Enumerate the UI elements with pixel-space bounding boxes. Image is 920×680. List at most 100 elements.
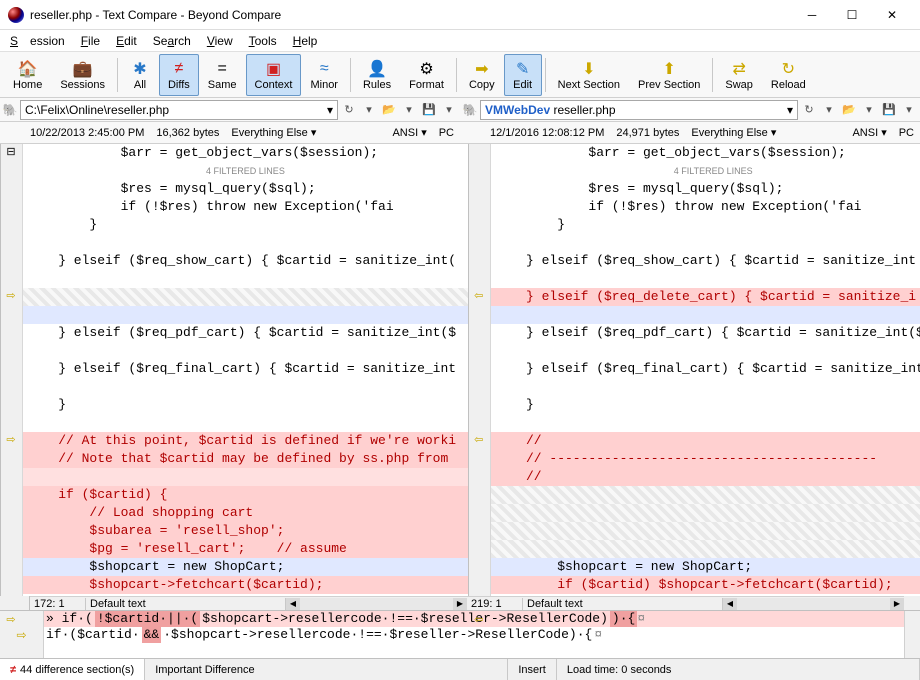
left-bytes: 16,362 bytes	[156, 127, 219, 139]
menu-help[interactable]: Help	[287, 32, 324, 50]
diffs-button[interactable]: ≠Diffs	[159, 54, 199, 96]
left-filter-dropdown[interactable]: Everything Else ▾	[231, 126, 316, 139]
notequal-icon: ≠	[175, 59, 184, 79]
briefcase-icon: 💼	[73, 59, 93, 79]
swap-button[interactable]: ⇄Swap	[716, 54, 762, 96]
edit-button[interactable]: ✎Edit	[504, 54, 542, 96]
left-path-input[interactable]: C:\Felix\Online\reseller.php▾	[20, 100, 338, 120]
left-encoding-dropdown[interactable]: ANSI ▾	[392, 126, 426, 139]
copy-button[interactable]: ➡Copy	[460, 54, 504, 96]
close-button[interactable]: ✕	[872, 1, 912, 29]
menu-tools[interactable]: Tools	[243, 32, 283, 50]
home-button[interactable]: 🏠Home	[4, 54, 51, 96]
rules-button[interactable]: 👤Rules	[354, 54, 400, 96]
all-button[interactable]: ✱All	[121, 54, 159, 96]
same-button[interactable]: =Same	[199, 54, 246, 96]
notequal-icon: ≠	[10, 664, 16, 676]
left-file-type: Default text	[86, 598, 286, 610]
left-code[interactable]: $arr = get_object_vars($session);4 FILTE…	[23, 144, 468, 596]
bottom-diff-panel: ⇨ » if·(!$cartid·||·($shopcart->reseller…	[0, 610, 920, 658]
prev-section-button[interactable]: ⬆Prev Section	[629, 54, 709, 96]
minor-button[interactable]: ≈Minor	[301, 54, 347, 96]
menu-search[interactable]: Search	[147, 32, 197, 50]
app-icon	[8, 7, 24, 23]
dropdown-icon[interactable]: ▾	[820, 101, 838, 119]
left-pane: ⊟ ⇨ ⇨ ⇨ $arr = get_object_vars($session)…	[1, 144, 469, 596]
dropdown-icon[interactable]: ▾	[900, 101, 918, 119]
reload-left-icon[interactable]: ↻	[340, 101, 358, 119]
home-icon: 🏠	[18, 59, 38, 79]
toolbar: 🏠Home 💼Sessions ✱All ≠Diffs =Same ▣Conte…	[0, 52, 920, 98]
reload-icon: ↻	[782, 59, 795, 79]
menu-file[interactable]: File	[75, 32, 106, 50]
context-icon: ▣	[266, 59, 281, 79]
right-pane: ⇦ ⇦ ⇦ $arr = get_object_vars($session);4…	[469, 144, 920, 596]
sessions-button[interactable]: 💼Sessions	[51, 54, 114, 96]
reload-right-icon[interactable]: ↻	[800, 101, 818, 119]
menu-session[interactable]: Session	[4, 32, 71, 50]
format-button[interactable]: ⚙Format	[400, 54, 453, 96]
dropdown-icon[interactable]: ▾	[400, 101, 418, 119]
status-importance: Important Difference	[145, 659, 508, 680]
right-path-input[interactable]: VMWebDev reseller.php▾	[480, 100, 798, 120]
minimize-button[interactable]: ─	[792, 1, 832, 29]
open-folder-icon[interactable]: 📂	[380, 101, 398, 119]
dropdown-icon[interactable]: ▾	[360, 101, 378, 119]
arrow-up-icon: ⬆	[663, 59, 676, 79]
pencil-icon: ✎	[516, 59, 529, 79]
left-info: 10/22/2013 2:45:00 PM 16,362 bytes Every…	[0, 122, 460, 143]
menubar: Session File Edit Search View Tools Help	[0, 30, 920, 52]
save-icon[interactable]: 💾	[880, 101, 898, 119]
titlebar: reseller.php - Text Compare - Beyond Com…	[0, 0, 920, 30]
dropdown-icon[interactable]: ▾	[860, 101, 878, 119]
open-folder-icon[interactable]: 📂	[840, 101, 858, 119]
info-row: 10/22/2013 2:45:00 PM 16,362 bytes Every…	[0, 122, 920, 144]
left-gutter: ⊟ ⇨ ⇨ ⇨	[1, 144, 23, 596]
statusbar: ≠44 difference section(s) Important Diff…	[0, 658, 920, 680]
scroll-left-button[interactable]: ◀	[286, 598, 300, 610]
window-title: reseller.php - Text Compare - Beyond Com…	[30, 8, 792, 22]
path-row: 🐘 C:\Felix\Online\reseller.php▾ ↻ ▾ 📂 ▾ …	[0, 98, 920, 122]
context-button[interactable]: ▣Context	[246, 54, 302, 96]
php-file-icon: 🐘	[462, 102, 478, 118]
right-filter-dropdown[interactable]: Everything Else ▾	[691, 126, 776, 139]
judge-icon: 👤	[367, 59, 387, 79]
right-path-panel: 🐘 VMWebDev reseller.php▾ ↻ ▾ 📂 ▾ 💾 ▾	[460, 98, 920, 121]
scroll-right-button[interactable]: ▶	[890, 598, 904, 610]
scroll-right-button[interactable]: ▶	[453, 598, 467, 610]
menu-view[interactable]: View	[201, 32, 239, 50]
right-gutter: ⇦ ⇦ ⇦	[469, 144, 491, 596]
right-date: 12/1/2016 12:08:12 PM	[490, 127, 604, 139]
asterisk-icon: ✱	[133, 59, 146, 79]
right-platform: PC	[899, 127, 914, 139]
right-bytes: 24,971 bytes	[616, 127, 679, 139]
status-insert: Insert	[508, 659, 557, 680]
bottom-vscrollbar[interactable]	[904, 611, 920, 658]
maximize-button[interactable]: ☐	[832, 1, 872, 29]
gear-icon: ⚙	[419, 59, 433, 79]
approx-icon: ≈	[320, 59, 329, 79]
menu-edit[interactable]: Edit	[110, 32, 143, 50]
status-diffcount: ≠44 difference section(s)	[0, 659, 145, 680]
next-section-button[interactable]: ⬇Next Section	[549, 54, 629, 96]
right-encoding-dropdown[interactable]: ANSI ▾	[852, 126, 886, 139]
php-file-icon: 🐘	[2, 102, 18, 118]
right-cursor-loc: 219: 1	[467, 598, 523, 610]
status-loadtime: Load time: 0 seconds	[557, 659, 920, 680]
left-platform: PC	[439, 127, 454, 139]
left-path-panel: 🐘 C:\Felix\Online\reseller.php▾ ↻ ▾ 📂 ▾ …	[0, 98, 460, 121]
swap-icon: ⇄	[732, 59, 745, 79]
reload-button[interactable]: ↻Reload	[762, 54, 815, 96]
right-hscrollbar[interactable]	[737, 598, 890, 610]
save-icon[interactable]: 💾	[420, 101, 438, 119]
left-hscrollbar[interactable]	[300, 598, 453, 610]
right-code[interactable]: $arr = get_object_vars($session);4 FILTE…	[491, 144, 920, 596]
left-cursor-loc: 172: 1	[30, 598, 86, 610]
chevron-down-icon[interactable]: ▾	[327, 103, 333, 117]
dropdown-icon[interactable]: ▾	[440, 101, 458, 119]
chevron-down-icon[interactable]: ▾	[787, 103, 793, 117]
equal-icon: =	[218, 59, 227, 79]
editor-area: ⊟ ⇨ ⇨ ⇨ $arr = get_object_vars($session)…	[0, 144, 920, 596]
left-date: 10/22/2013 2:45:00 PM	[30, 127, 144, 139]
scroll-left-button[interactable]: ◀	[723, 598, 737, 610]
